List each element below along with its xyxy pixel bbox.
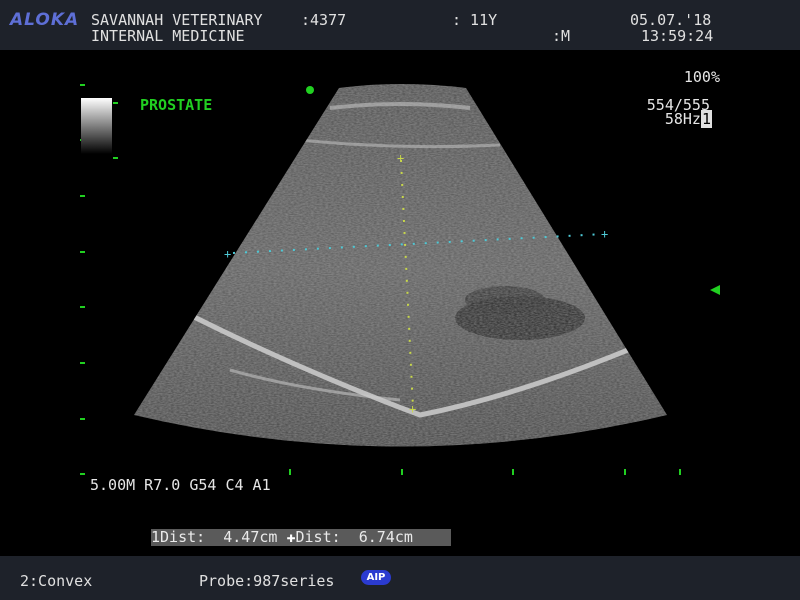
ultrasound-sector [134,84,667,447]
dist2-label: Dist: [295,528,341,546]
probe-mode: 2:Convex [20,572,93,590]
measurement-bar: 1Dist: 4.47cm ✚Dist: 6.74cm [151,529,451,546]
imaging-params: 5.00M R7.0 G54 C4 A1 [90,476,271,494]
organ-label: PROSTATE [140,96,213,114]
footer-bar [0,556,800,600]
frame-rate-row: 58Hz1 [600,110,712,128]
caliper-start-marker-2[interactable]: + [397,151,404,165]
dist2-value: 6.74cm [358,528,413,546]
focus-marker-icon[interactable] [710,285,720,295]
grayscale-tick-top [113,102,118,104]
aip-badge[interactable]: AIP [361,570,391,585]
orientation-dot [306,86,314,94]
caliper-start-marker-1[interactable]: + [224,247,231,261]
probe-name: Probe:987series [199,572,335,590]
caliper-end-marker-2[interactable]: + [409,402,416,416]
caliper-end-marker-1[interactable]: + [601,227,608,241]
frame-rate-box: 1 [700,110,712,128]
lateral-scale [289,469,681,475]
frame-rate: 58Hz [664,110,701,128]
grayscale-tick-bottom [113,157,118,159]
dist2-marker-icon: ✚ [286,528,296,546]
zoom-level: 100% [683,68,720,86]
dist1-value: 4.47cm [223,528,278,546]
dist1-label: 1Dist: [151,528,206,546]
grayscale-bar [81,98,112,154]
